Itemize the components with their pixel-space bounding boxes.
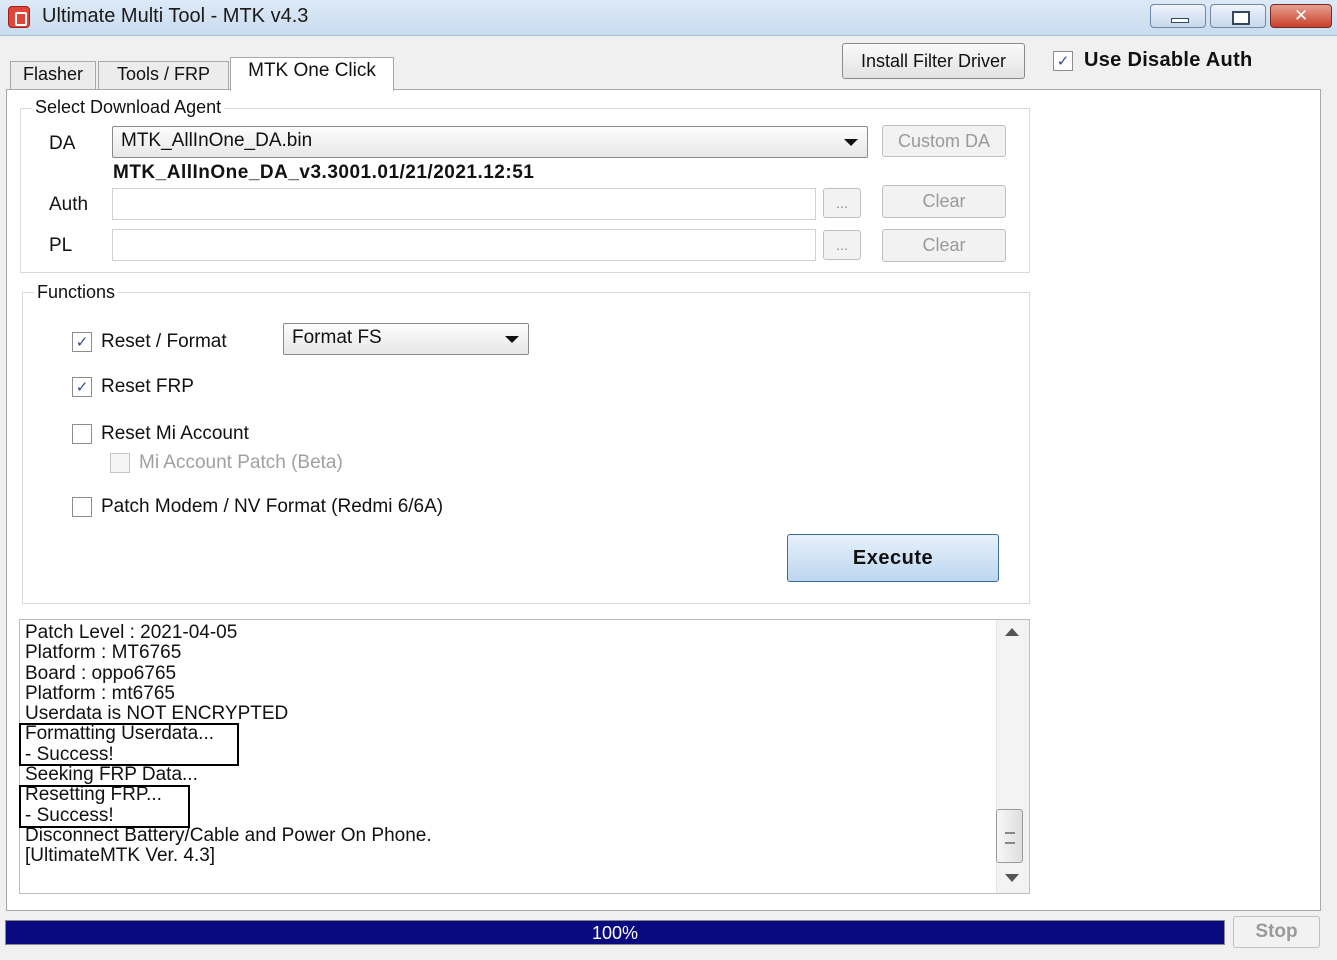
reset-format-label: Reset / Format	[101, 331, 227, 352]
chevron-down-icon	[844, 139, 858, 146]
mi-account-patch-checkbox[interactable]	[110, 453, 130, 473]
reset-mi-account-label: Reset Mi Account	[101, 423, 249, 444]
log-line: Disconnect Battery/Cable and Power On Ph…	[25, 824, 432, 846]
log-highlight-box	[19, 785, 190, 828]
chevron-down-icon	[505, 336, 519, 343]
auth-clear-button[interactable]: Clear	[882, 185, 1006, 218]
progress-bar: 100%	[5, 920, 1225, 945]
reset-frp-label: Reset FRP	[101, 376, 194, 397]
patch-modem-checkbox[interactable]	[72, 497, 92, 517]
patch-modem-label: Patch Modem / NV Format (Redmi 6/6A)	[101, 496, 444, 517]
da-select-value: MTK_AllInOne_DA.bin	[121, 130, 313, 151]
check-icon: ✓	[75, 378, 89, 396]
log-line: Platform : MT6765	[25, 642, 182, 664]
log-line: Userdata is NOT ENCRYPTED	[25, 703, 289, 725]
functions-group-title: Functions	[34, 282, 119, 303]
pl-label: PL	[49, 235, 73, 256]
scroll-down-icon[interactable]	[1005, 874, 1019, 882]
pl-browse-button[interactable]: ...	[823, 230, 861, 260]
scroll-thumb[interactable]	[996, 809, 1023, 863]
da-version-text: MTK_AllInOne_DA_v3.3001.01/21/2021.12:51	[113, 162, 535, 183]
log-highlight-box	[19, 723, 239, 766]
da-select[interactable]: MTK_AllInOne_DA.bin	[112, 126, 868, 158]
auth-browse-button[interactable]: ...	[823, 188, 861, 218]
download-agent-group-title: Select Download Agent	[32, 97, 225, 118]
reset-frp-checkbox[interactable]: ✓	[72, 377, 92, 397]
log-line: Platform : mt6765	[25, 682, 175, 704]
scroll-up-icon[interactable]	[1005, 628, 1019, 636]
pl-file-input[interactable]	[112, 229, 816, 261]
auth-label: Auth	[49, 194, 89, 215]
auth-file-input[interactable]	[112, 188, 816, 220]
log-line: Patch Level : 2021-04-05	[25, 622, 238, 643]
progress-text: 100%	[591, 923, 639, 943]
log-line: Board : oppo6765	[25, 662, 177, 684]
log-line: [UltimateMTK Ver. 4.3]	[25, 845, 216, 867]
reset-format-checkbox[interactable]: ✓	[72, 332, 92, 352]
pl-clear-button[interactable]: Clear	[882, 229, 1006, 262]
da-label: DA	[49, 133, 76, 154]
execute-button[interactable]: Execute	[787, 534, 999, 582]
reset-mi-account-checkbox[interactable]	[72, 424, 92, 444]
custom-da-button[interactable]: Custom DA	[882, 125, 1006, 157]
check-icon: ✓	[75, 333, 89, 351]
mi-account-patch-label: Mi Account Patch (Beta)	[139, 452, 343, 473]
format-mode-select[interactable]: Format FS	[283, 323, 529, 355]
format-mode-value: Format FS	[292, 327, 382, 348]
log-line: Seeking FRP Data...	[25, 764, 198, 786]
